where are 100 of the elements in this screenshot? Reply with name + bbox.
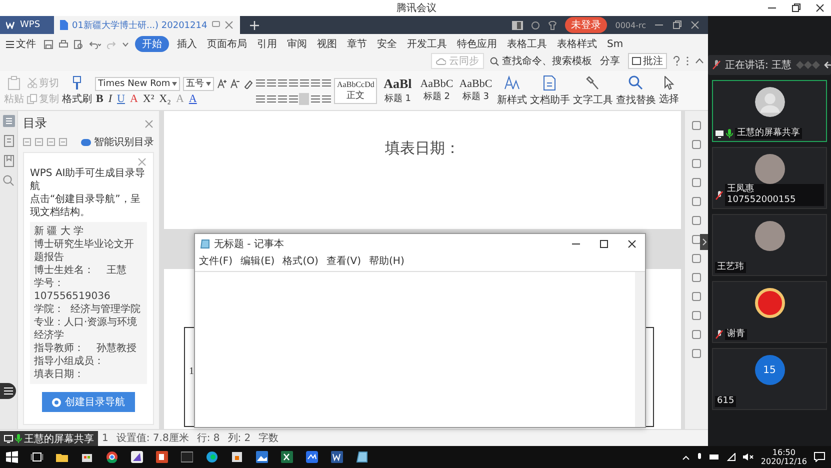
collapse-icon[interactable] [695,58,704,64]
login-status-badge[interactable]: 未登录 [565,17,608,33]
microphone-icon[interactable] [696,452,702,462]
ribbon-tab[interactable]: 视图 [315,36,339,52]
add-tab-icon[interactable] [250,20,259,30]
style-option[interactable]: AaBbCcDd 正文 [334,78,378,104]
font-name-field[interactable]: Times New Rom [95,76,180,90]
format-button[interactable]: I [107,92,114,104]
muted-speaker-icon[interactable] [742,453,754,461]
close-icon[interactable] [627,239,637,249]
comment-button[interactable]: 批注 [628,53,667,69]
muted-microphone-icon [715,330,723,339]
collapse-arrow-icon[interactable] [824,60,831,70]
store-bag-icon[interactable] [81,451,93,463]
page-icon[interactable] [512,20,524,30]
more-icon[interactable] [686,56,689,66]
share-button[interactable]: 分享 [598,53,622,69]
search-icon[interactable] [3,175,14,186]
participant-tile[interactable]: 谢青 [712,281,827,343]
toggle-switch[interactable] [81,138,91,146]
ribbon-tab[interactable]: 表格工具 [505,36,549,52]
print-preview-icon[interactable] [74,40,83,48]
restore-icon[interactable] [791,3,801,13]
style-option[interactable]: AaBbC 标题 2 [418,77,456,104]
format-button[interactable]: B [95,92,104,104]
menu-item[interactable]: 文件(F) [199,254,233,268]
terminal-icon[interactable] [181,451,193,463]
menu-item[interactable]: 查看(V) [326,254,362,268]
participant-name: 王艺玮 [715,262,746,273]
menu-item[interactable]: 格式(O) [282,254,318,268]
ribbon-tab[interactable]: 安全 [375,36,399,52]
command-search-field[interactable]: 查找命令、搜索模板 [490,54,592,68]
paragraph-tools-icon[interactable] [256,76,332,104]
triangle-app-icon[interactable] [131,451,143,463]
grow-font-icon[interactable] [217,78,228,88]
ribbon-tool-button[interactable]: 新样式 [497,74,528,106]
panel-collapse-handle[interactable] [700,234,708,250]
ribbon-tab[interactable]: 开始 [135,36,169,52]
ribbon-tab[interactable]: 插入 [175,36,199,52]
style-option[interactable]: AaBbC 标题 3 [457,77,494,104]
menu-item[interactable]: 编辑(E) [240,254,275,268]
battery-icon[interactable] [708,454,720,460]
chevron-up-icon[interactable] [682,454,690,460]
outline-toggle-button[interactable] [0,383,16,399]
ribbon-tool-button[interactable]: 文字工具 [573,74,614,106]
undo-icon[interactable] [89,40,101,48]
edge-browser-icon[interactable] [206,451,218,463]
file-menu[interactable]: 文件 [4,36,38,52]
muted-microphone-icon[interactable] [712,60,721,70]
task-view-icon[interactable] [31,451,43,463]
document-tab[interactable]: WPS [0,16,54,34]
ribbon-tab[interactable]: 开发工具 [405,36,449,52]
ribbon-tool-button[interactable]: 文档助手 [530,74,570,106]
java-cup-icon[interactable] [231,451,243,463]
ribbon-tab[interactable]: 审阅 [285,36,309,52]
wifi-icon[interactable] [726,453,736,461]
create-outline-button[interactable]: 创建目录导航 [42,392,135,412]
clear-format-icon[interactable] [243,78,254,88]
notification-icon[interactable] [814,452,825,462]
print-icon[interactable] [59,40,68,48]
ribbon-tab[interactable]: 章节 [345,36,369,52]
windows-logo-icon[interactable] [6,451,18,463]
outline-icon[interactable] [2,115,14,127]
participant-tile[interactable]: 王慧的屏幕共享 [712,80,827,142]
close-icon[interactable] [815,3,825,13]
format-button[interactable]: X₂ [158,92,172,104]
style-option[interactable]: AaBl 标题 1 [379,75,416,106]
folder-icon[interactable] [56,451,68,463]
maximize-icon[interactable] [599,239,609,249]
ribbon-tab[interactable]: 引用 [255,36,279,52]
document-tab[interactable]: 01新疆大学博士研...) 20201214 [54,16,240,34]
photos-app-icon[interactable] [256,451,268,463]
notepad-icon[interactable] [356,451,368,463]
shrink-font-icon[interactable] [230,78,240,88]
word-app-icon[interactable] [331,451,343,463]
format-button[interactable]: U [116,92,126,104]
shirt-icon[interactable] [548,20,558,30]
format-button[interactable]: A [128,92,139,104]
format-painter-button[interactable]: 格式刷 [62,76,92,106]
font-size-field[interactable]: 五号 [183,76,214,90]
ribbon-tab[interactable]: 页面布局 [205,36,249,52]
ribbon-tool-button[interactable]: 选择 [659,76,680,106]
ribbon-tab[interactable]: Sm [605,38,626,50]
spreadsheet-app-icon[interactable] [281,451,293,463]
save-icon[interactable] [44,40,53,48]
meeting-app-icon[interactable] [306,451,318,463]
format-button[interactable]: X² [142,92,156,104]
help-icon[interactable] [673,56,680,66]
ribbon-tool-button[interactable]: 查找替换 [616,74,656,106]
participant-tile[interactable]: 15 615 [712,348,827,410]
browser-circle-icon[interactable] [106,451,118,463]
ribbon-tab[interactable]: 特色应用 [455,36,499,52]
participant-tile[interactable]: 王艺玮 [712,214,827,276]
ribbon-tab[interactable]: 表格样式 [555,36,599,52]
participant-tile[interactable]: 王凤惠 107552000155 [712,147,827,209]
format-button[interactable]: A [188,92,198,104]
menu-item[interactable]: 帮助(H) [369,254,404,268]
slides-app-icon[interactable] [156,451,168,463]
page-icon[interactable] [4,135,14,147]
bookmark-icon[interactable] [4,155,14,167]
